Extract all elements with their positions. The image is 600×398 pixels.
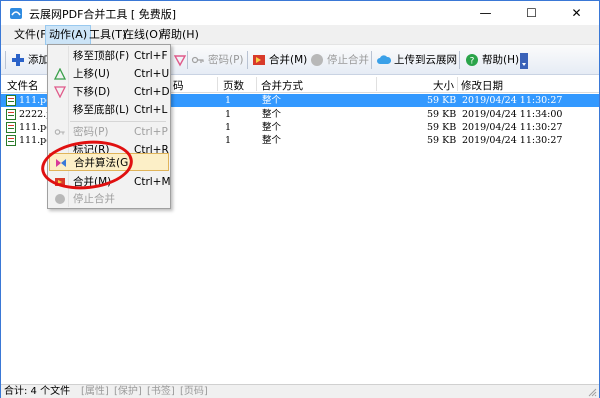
merge-icon [253, 55, 265, 65]
help-label: 帮助(H) [482, 54, 520, 66]
toolbar-separator [459, 51, 460, 69]
row-size: 59 KB [427, 122, 457, 133]
resize-grip-icon[interactable] [587, 387, 597, 397]
column-divider [376, 77, 377, 91]
menu-item-label: 移至底部(L) [73, 104, 130, 116]
toolbar-grip [5, 51, 6, 69]
menu-item-shortcut: Ctrl+L [134, 104, 168, 116]
key-icon [54, 129, 65, 135]
merge-label: 合并(M) [269, 54, 308, 66]
menu-item-move-down[interactable]: 下移(D) Ctrl+D [49, 83, 170, 101]
toolbar-separator [371, 51, 372, 69]
add-button[interactable]: 添加 [11, 50, 49, 70]
menu-item-shortcut: Ctrl+U [134, 68, 170, 80]
menu-item-label: 移至顶部(F) [73, 50, 130, 62]
pdf-file-icon [6, 135, 16, 146]
title-bar: 云展网PDF合并工具 [ 免费版] — ☐ ✕ [1, 1, 599, 25]
row-merge-mode: 整个 [262, 109, 282, 120]
status-protect[interactable]: [保护] [114, 385, 142, 398]
column-merge-mode[interactable]: 合并方式 [261, 78, 303, 93]
row-size: 59 KB [427, 135, 457, 146]
toolbar-overflow-icon[interactable] [520, 53, 528, 69]
password-button[interactable]: 密码(P) [191, 50, 244, 70]
column-divider [256, 77, 257, 91]
column-size[interactable]: 大小 [433, 78, 454, 93]
menu-bar: 文件(F) 动作(A) 工具(T) 在线(O) 帮助(H) [1, 25, 599, 45]
window-title: 云展网PDF合并工具 [ 免费版] [29, 8, 177, 21]
row-date: 2019/04/24 11:30:27 [462, 95, 563, 106]
menu-item-label: 停止合并 [73, 193, 115, 205]
app-logo-icon [10, 8, 22, 19]
menu-item-label: 密码(P) [73, 126, 109, 138]
row-merge-mode: 整个 [262, 95, 282, 106]
row-pages: 1 [225, 109, 232, 120]
triangle-up-icon [54, 68, 66, 80]
stop-merge-button[interactable]: 停止合并 [310, 50, 369, 70]
row-size: 59 KB [427, 95, 457, 106]
toolbar-separator [247, 51, 248, 69]
upload-label: 上传到云展网 [394, 54, 457, 66]
column-filename[interactable]: 文件名 [7, 78, 39, 93]
status-pages[interactable]: [页码] [180, 385, 208, 398]
row-size: 59 KB [427, 109, 457, 120]
menu-item-shortcut: Ctrl+M [134, 176, 171, 188]
menu-item-label: 下移(D) [73, 86, 111, 98]
close-button[interactable]: ✕ [554, 1, 599, 25]
row-merge-mode: 整个 [262, 122, 282, 133]
upload-button[interactable]: 上传到云展网 [377, 50, 457, 70]
row-date: 2019/04/24 11:30:27 [462, 135, 563, 146]
pdf-file-icon [6, 122, 16, 133]
key-icon [191, 56, 204, 64]
app-window: 云展网PDF合并工具 [ 免费版] — ☐ ✕ 文件(F) 动作(A) 工具(T… [0, 0, 600, 398]
row-pages: 1 [225, 122, 232, 133]
menu-item-move-bottom[interactable]: 移至底部(L) Ctrl+L [49, 101, 169, 119]
triangle-down-icon [54, 86, 66, 98]
menu-help[interactable]: 帮助(H) [157, 25, 202, 45]
add-label: 添加 [28, 54, 49, 66]
status-bookmark[interactable]: [书签] [147, 385, 175, 398]
column-divider [217, 77, 218, 91]
menu-item-stop-merge[interactable]: 停止合并 [49, 190, 169, 208]
pdf-file-icon [6, 95, 16, 106]
help-button[interactable]: ? 帮助(H) [465, 50, 519, 70]
menu-item-move-up[interactable]: 上移(U) Ctrl+U [49, 65, 169, 83]
row-date: 2019/04/24 11:30:27 [462, 122, 563, 133]
menu-separator [70, 121, 166, 122]
status-total: 合计: 4 个文件 [4, 386, 71, 397]
column-divider [457, 77, 458, 91]
status-properties[interactable]: [属性] [81, 385, 109, 398]
pdf-file-icon [6, 109, 16, 120]
row-date: 2019/04/24 11:34:00 [462, 109, 563, 120]
maximize-button[interactable]: ☐ [509, 1, 554, 25]
row-pages: 1 [225, 95, 232, 106]
stop-icon [311, 54, 323, 66]
status-bar: 合计: 4 个文件 [属性] [保护] [书签] [页码] [1, 384, 599, 398]
row-merge-mode: 整个 [262, 135, 282, 146]
menu-item-shortcut: Ctrl+P [134, 126, 168, 138]
menu-item-move-top[interactable]: 移至顶部(F) Ctrl+F [49, 47, 169, 65]
toolbar-separator [187, 51, 188, 69]
minimize-button[interactable]: — [463, 1, 508, 25]
svg-text:?: ? [470, 57, 475, 67]
cloud-icon [377, 55, 391, 64]
column-pages[interactable]: 页数 [223, 78, 244, 93]
help-icon: ? [466, 54, 478, 67]
merge-button[interactable]: 合并(M) [252, 50, 307, 70]
triangle-down-icon [173, 55, 187, 67]
menu-item-label: 上移(U) [73, 68, 110, 80]
menu-action[interactable]: 动作(A) [45, 25, 92, 45]
menu-item-password[interactable]: 密码(P) Ctrl+P [49, 123, 169, 141]
plus-icon [12, 54, 24, 66]
stop-merge-label: 停止合并 [327, 54, 369, 66]
stop-icon [55, 194, 65, 204]
menu-item-shortcut: Ctrl+D [134, 86, 170, 98]
password-label: 密码(P) [208, 54, 244, 66]
column-modified[interactable]: 修改日期 [461, 78, 503, 93]
menu-item-shortcut: Ctrl+F [134, 50, 168, 62]
row-pages: 1 [225, 135, 232, 146]
column-password[interactable]: 码 [173, 78, 184, 93]
